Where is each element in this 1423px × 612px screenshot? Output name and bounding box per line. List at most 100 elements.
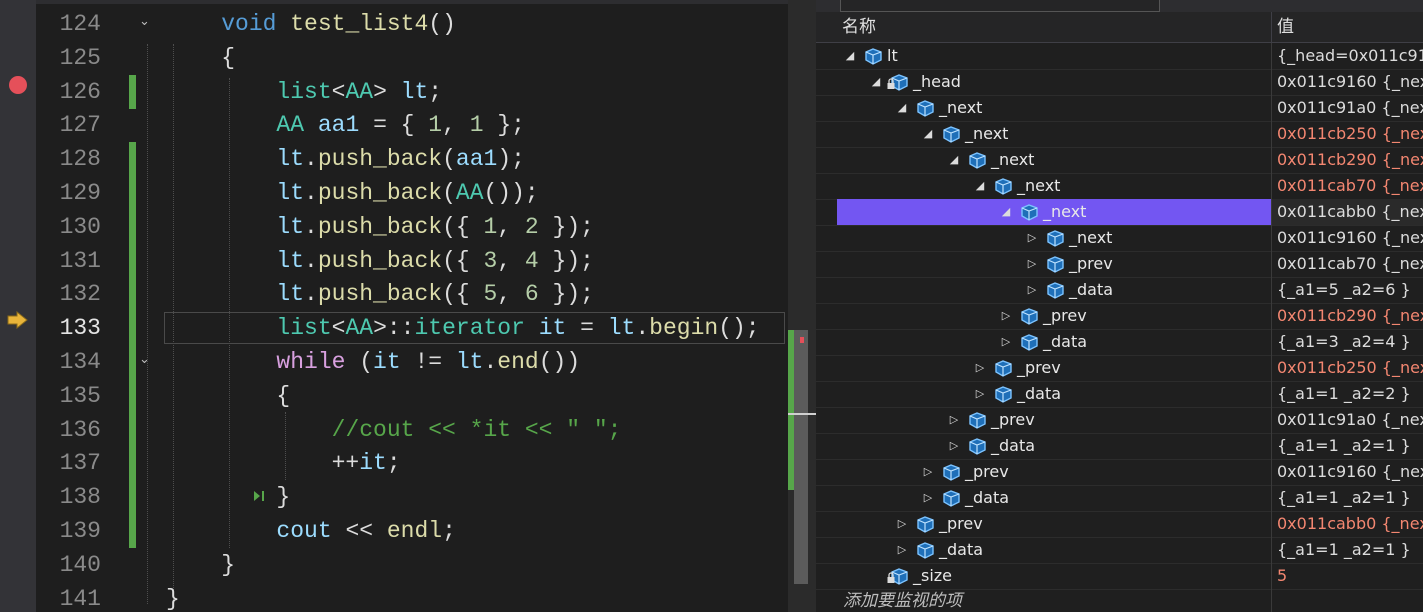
watch-name-cell[interactable]: ▷ _next — [837, 225, 1271, 251]
watch-row[interactable]: ◢ _next 0x011cb290 {_next — [816, 147, 1423, 174]
watch-value-cell[interactable]: 0x011c9160 {_next — [1271, 225, 1423, 251]
expand-arrow-icon[interactable]: ▷ — [1025, 277, 1039, 303]
watch-value-cell[interactable]: 0x011c91a0 {_next — [1271, 95, 1423, 121]
watch-row[interactable]: ▷ _data {_a1=1 _a2=2 } — [816, 381, 1423, 408]
expand-arrow-icon[interactable]: ▷ — [921, 459, 935, 485]
code-text[interactable]: lt.push_back(AA()); — [166, 176, 538, 210]
expand-arrow-icon[interactable]: ▷ — [999, 329, 1013, 355]
code-text[interactable]: while (it != lt.end()) — [166, 345, 580, 379]
watch-row[interactable]: ◢ _next 0x011cab70 {_next — [816, 173, 1423, 200]
watch-value-cell[interactable]: {_a1=1 _a2=2 } — [1271, 381, 1423, 407]
watch-row[interactable]: ▷ _prev 0x011cabb0 {_next — [816, 511, 1423, 538]
watch-row[interactable]: ◢ _next 0x011c91a0 {_next — [816, 95, 1423, 122]
collapse-arrow-icon[interactable]: ◢ — [921, 121, 935, 147]
code-line[interactable]: 138 } — [0, 480, 816, 514]
watch-value-cell[interactable]: {_a1=5 _a2=6 } — [1271, 277, 1423, 303]
watch-name-cell[interactable]: ◢ _next — [837, 95, 1271, 121]
code-text[interactable]: AA aa1 = { 1, 1 }; — [166, 108, 525, 142]
add-watch-placeholder[interactable]: 添加要监视的项 — [843, 588, 962, 612]
watch-name-cell[interactable]: ▷ _data — [837, 277, 1271, 303]
code-line[interactable]: 139 cout << endl; — [0, 514, 816, 548]
expand-arrow-icon[interactable]: ▷ — [973, 355, 987, 381]
watch-name-cell[interactable]: ◢ _next — [837, 173, 1271, 199]
watch-value-cell[interactable]: {_head=0x011c916 — [1271, 43, 1423, 69]
collapse-arrow-icon[interactable]: ◢ — [999, 199, 1013, 225]
expand-arrow-icon[interactable]: ▷ — [947, 407, 961, 433]
watch-value-cell[interactable]: 0x011cb290 {_next — [1271, 147, 1423, 173]
watch-row[interactable]: ▷ _prev 0x011cab70 {_next — [816, 251, 1423, 278]
watch-value-cell[interactable]: 0x011cb250 {_next — [1271, 121, 1423, 147]
column-header-name[interactable]: 名称 — [842, 12, 876, 42]
watch-row[interactable]: ▷ _prev 0x011c91a0 {_next — [816, 407, 1423, 434]
code-line[interactable]: 140 } — [0, 548, 816, 582]
watch-value-cell[interactable]: 0x011cab70 {_next — [1271, 173, 1423, 199]
code-line[interactable]: 129 lt.push_back(AA()); — [0, 176, 816, 210]
watch-name-cell[interactable]: ▷ _prev — [837, 511, 1271, 537]
code-text[interactable]: { — [166, 41, 235, 75]
watch-row[interactable]: ◢ lt {_head=0x011c916 — [816, 43, 1423, 70]
watch-value-cell[interactable]: 0x011cab70 {_next — [1271, 251, 1423, 277]
watch-name-cell[interactable]: ▷ _prev — [837, 355, 1271, 381]
watch-name-cell[interactable]: ◢ _next — [837, 199, 1271, 225]
watch-value-cell[interactable]: {_a1=1 _a2=1 } — [1271, 485, 1423, 511]
watch-name-cell[interactable]: ▷ _data — [837, 381, 1271, 407]
code-text[interactable]: void test_list4() — [166, 7, 456, 41]
watch-value-cell[interactable]: {_a1=1 _a2=1 } — [1271, 537, 1423, 563]
code-line[interactable]: 136 //cout << *it << " "; — [0, 413, 816, 447]
code-line[interactable]: 134 while (it != lt.end()) — [0, 345, 816, 379]
expand-arrow-icon[interactable]: ▷ — [999, 303, 1013, 329]
column-divider[interactable] — [1271, 12, 1272, 42]
watch-value-cell[interactable]: 0x011c9160 {_next — [1271, 69, 1423, 95]
watch-row[interactable]: ▷ _prev 0x011cb290 {_next — [816, 303, 1423, 330]
code-line[interactable]: 124 void test_list4() — [0, 7, 816, 41]
code-line[interactable]: 141} — [0, 582, 816, 612]
watch-value-cell[interactable]: 0x011c9160 {_next — [1271, 459, 1423, 485]
code-text[interactable]: } — [166, 582, 180, 612]
code-editor[interactable]: ⌄ ⌄ 124 void test_list4() 125 {126 list<A… — [0, 0, 816, 612]
watch-name-cell[interactable]: ◢ _next — [837, 147, 1271, 173]
collapse-arrow-icon[interactable]: ◢ — [869, 69, 883, 95]
watch-row[interactable]: ◢ _next 0x011cb250 {_next — [816, 121, 1423, 148]
watch-value-cell[interactable]: 0x011cb250 {_next — [1271, 355, 1423, 381]
collapse-arrow-icon[interactable]: ◢ — [947, 147, 961, 173]
code-text[interactable]: lt.push_back({ 5, 6 }); — [166, 277, 594, 311]
add-watch-row[interactable]: 添加要监视的项 — [816, 588, 1423, 612]
code-line[interactable]: 125 { — [0, 41, 816, 75]
code-text[interactable]: list<AA>::iterator it = lt.begin(); — [166, 311, 759, 345]
expand-arrow-icon[interactable]: ▷ — [973, 381, 987, 407]
watch-value-cell[interactable]: 0x011cb290 {_next — [1271, 303, 1423, 329]
code-line[interactable]: 133 list<AA>::iterator it = lt.begin(); — [0, 311, 816, 345]
code-text[interactable]: lt.push_back(aa1); — [166, 142, 525, 176]
collapse-arrow-icon[interactable]: ◢ — [973, 173, 987, 199]
watch-name-cell[interactable]: ◢ _next — [837, 121, 1271, 147]
watch-value-cell[interactable]: {_a1=3 _a2=4 } — [1271, 329, 1423, 355]
watch-name-cell[interactable]: ▷ _prev — [837, 251, 1271, 277]
watch-row[interactable]: ▷ _data {_a1=1 _a2=1 } — [816, 485, 1423, 512]
watch-value-cell[interactable]: 5 — [1271, 563, 1423, 589]
watch-row[interactable]: ◢ _next 0x011cabb0 {_next — [816, 199, 1423, 226]
collapse-arrow-icon[interactable]: ◢ — [843, 43, 857, 69]
watch-name-cell[interactable]: ◢ _head — [837, 69, 1271, 95]
code-line[interactable]: 131 lt.push_back({ 3, 4 }); — [0, 244, 816, 278]
code-line[interactable]: 135 { — [0, 379, 816, 413]
watch-name-cell[interactable]: ▷ _prev — [837, 303, 1271, 329]
code-text[interactable]: } — [166, 548, 235, 582]
watch-name-cell[interactable]: ▷ _prev — [837, 407, 1271, 433]
watch-row[interactable]: ◢ _head 0x011c9160 {_next — [816, 69, 1423, 96]
code-text[interactable]: lt.push_back({ 3, 4 }); — [166, 244, 594, 278]
watch-value-cell[interactable]: 0x011c91a0 {_next — [1271, 407, 1423, 433]
code-line[interactable]: 132 lt.push_back({ 5, 6 }); — [0, 277, 816, 311]
code-text[interactable]: list<AA> lt; — [166, 75, 442, 109]
code-text[interactable]: { — [166, 379, 290, 413]
watch-row[interactable]: ▷ _data {_a1=5 _a2=6 } — [816, 277, 1423, 304]
watch-name-cell[interactable]: ▷ _prev — [837, 459, 1271, 485]
watch-name-cell[interactable]: ▷ _data — [837, 433, 1271, 459]
code-text[interactable]: //cout << *it << " "; — [166, 413, 622, 447]
watch-name-cell[interactable]: ▷ _data — [837, 329, 1271, 355]
code-text[interactable]: cout << endl; — [166, 514, 455, 548]
watch-search-box[interactable] — [840, 0, 1160, 12]
watch-row[interactable]: _size 5 — [816, 563, 1423, 590]
code-line[interactable]: 137 ++it; — [0, 446, 816, 480]
watch-row[interactable]: ▷ _data {_a1=1 _a2=1 } — [816, 433, 1423, 460]
watch-name-cell[interactable]: _size — [837, 563, 1271, 589]
